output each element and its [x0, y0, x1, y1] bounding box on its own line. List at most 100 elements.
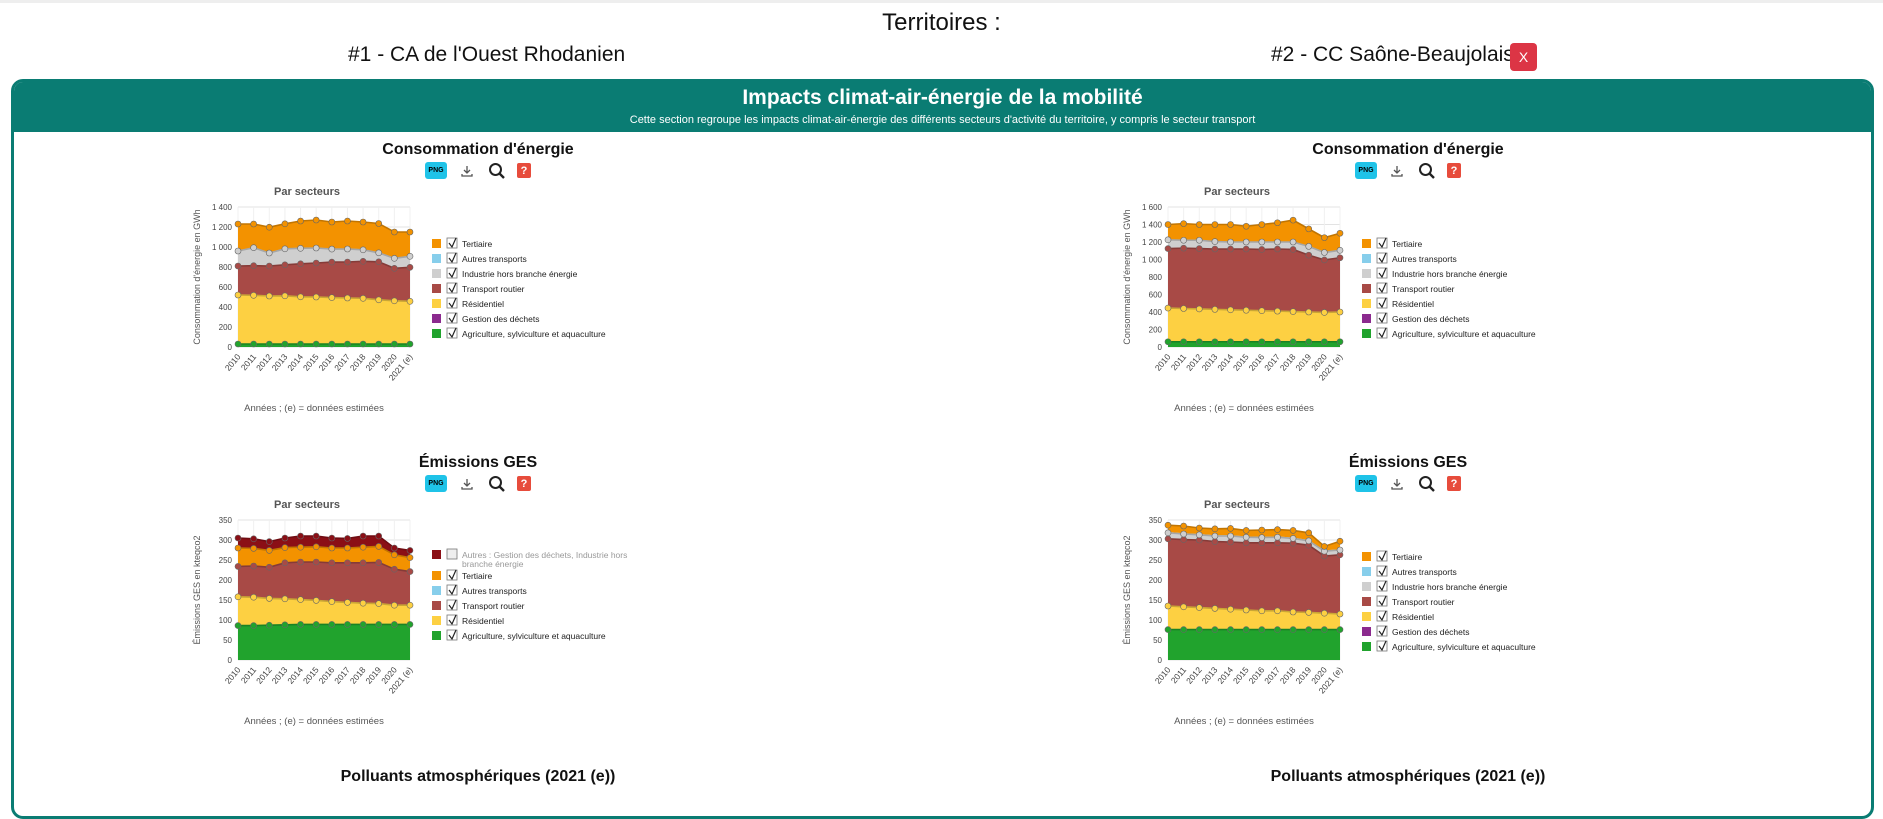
- point-agriculture-sylviculture-et-aquaculture: [1259, 627, 1265, 633]
- legend-item-transport-routier[interactable]: Transport routier: [1362, 283, 1455, 294]
- point-tertiaire: [251, 221, 257, 227]
- point-industrie-hors-branche-energie: [1228, 533, 1234, 539]
- legend-item-gestion-des-dechets[interactable]: Gestion des déchets: [1362, 626, 1470, 637]
- point-agriculture-sylviculture-et-aquaculture: [1228, 627, 1234, 633]
- legend-label: Transport routier: [1392, 284, 1455, 294]
- point-agriculture-sylviculture-et-aquaculture: [1274, 627, 1280, 633]
- point-tertiaire: [282, 545, 288, 551]
- legend-item-autres-transports[interactable]: Autres transports: [1362, 253, 1457, 264]
- point-residentiel: [1165, 305, 1171, 311]
- remove-territory-button[interactable]: X: [1510, 43, 1537, 71]
- point-residentiel: [282, 293, 288, 299]
- y-tick-label: 0: [1158, 343, 1163, 352]
- legend-label: Autres transports: [1392, 567, 1457, 577]
- y-tick-label: 200: [1149, 326, 1163, 335]
- legend-label: Autres transports: [462, 586, 527, 596]
- y-axis-label: Consommation d'énergie en GWh: [192, 209, 202, 344]
- legend-label: Gestion des déchets: [1392, 314, 1470, 324]
- point-industrie-hors-branche-energie: [329, 246, 335, 252]
- legend-item-residentiel[interactable]: Résidentiel: [432, 615, 504, 626]
- legend-item-agriculture-sylviculture-et-aquaculture[interactable]: Agriculture, sylviculture et aquaculture: [1362, 641, 1536, 652]
- legend-item-tertiaire[interactable]: Tertiaire: [432, 570, 493, 581]
- point-agriculture-sylviculture-et-aquaculture: [376, 621, 382, 627]
- point-transport-routier: [1259, 246, 1265, 252]
- point-transport-routier: [1165, 246, 1171, 252]
- x-tick-label: 2014: [285, 352, 305, 373]
- point-tertiaire: [313, 544, 319, 550]
- point-tertiaire: [1259, 222, 1265, 228]
- point-residentiel: [266, 595, 272, 601]
- x-tick-label: 2018: [348, 665, 368, 686]
- legend-item-autres-transports[interactable]: Autres transports: [432, 253, 527, 264]
- point-tertiaire: [235, 545, 241, 551]
- point-transport-routier: [1321, 257, 1327, 263]
- y-axis-label: Consommation d'énergie en GWh: [1122, 209, 1132, 344]
- y-axis-label: Émissions GES en kteqco2: [192, 535, 202, 644]
- point-transport-routier: [1181, 245, 1187, 251]
- point-residentiel: [1196, 605, 1202, 611]
- point-agriculture-sylviculture-et-aquaculture: [1181, 627, 1187, 633]
- point-residentiel: [1212, 306, 1218, 312]
- point-residentiel: [1165, 603, 1171, 609]
- legend-item-agriculture-sylviculture-et-aquaculture[interactable]: Agriculture, sylviculture et aquaculture: [432, 328, 606, 339]
- x-tick-label: 2014: [1215, 352, 1235, 373]
- point-agriculture-sylviculture-et-aquaculture: [407, 341, 413, 347]
- legend-item-industrie-hors-branche-energie[interactable]: Industrie hors branche énergie: [432, 268, 578, 279]
- point-tertiaire: [1306, 530, 1312, 536]
- point-agriculture-sylviculture-et-aquaculture: [407, 621, 413, 627]
- legend-item-transport-routier[interactable]: Transport routier: [432, 283, 525, 294]
- territory-2-label: #2 - CC Saône-Beaujolais: [1271, 43, 1514, 67]
- point-residentiel: [391, 602, 397, 608]
- legend-item-agriculture-sylviculture-et-aquaculture[interactable]: Agriculture, sylviculture et aquaculture: [432, 630, 606, 641]
- x-tick-label: 2017: [332, 352, 352, 373]
- legend-item-residentiel[interactable]: Résidentiel: [1362, 611, 1434, 622]
- point-transport-routier: [391, 265, 397, 271]
- point-tertiaire: [313, 217, 319, 223]
- legend-item-agriculture-sylviculture-et-aquaculture[interactable]: Agriculture, sylviculture et aquaculture: [1362, 328, 1536, 339]
- legend-item-autres-gestion-des-dechets-industrie-hors-branche-energie[interactable]: Autres : Gestion des déchets, Industrie …: [432, 549, 627, 569]
- legend-swatch: [432, 571, 441, 580]
- legend-item-autres-transports[interactable]: Autres transports: [1362, 566, 1457, 577]
- legend-checkbox: [447, 549, 457, 559]
- point-agriculture-sylviculture-et-aquaculture: [298, 621, 304, 627]
- point-tertiaire: [1306, 226, 1312, 232]
- legend-item-tertiaire[interactable]: Tertiaire: [432, 238, 493, 249]
- top-divider: [0, 0, 1883, 3]
- point-industrie-hors-branche-energie: [1165, 530, 1171, 536]
- legend-swatch: [432, 601, 441, 610]
- legend-item-tertiaire[interactable]: Tertiaire: [1362, 238, 1423, 249]
- chart-canvas: Par secteurs0501001502002503003502010201…: [1058, 454, 1758, 754]
- point-industrie-hors-branche-energie: [1196, 532, 1202, 538]
- x-tick-label: 2016: [1247, 665, 1267, 686]
- legend-item-industrie-hors-branche-energie[interactable]: Industrie hors branche énergie: [1362, 581, 1508, 592]
- y-tick-label: 0: [1158, 656, 1163, 665]
- legend-swatch: [1362, 269, 1371, 278]
- point-agriculture-sylviculture-et-aquaculture: [1212, 339, 1218, 345]
- legend-item-tertiaire[interactable]: Tertiaire: [1362, 551, 1423, 562]
- legend-item-residentiel[interactable]: Résidentiel: [432, 298, 504, 309]
- point-agriculture-sylviculture-et-aquaculture: [1306, 339, 1312, 345]
- point-tertiaire: [282, 221, 288, 227]
- point-tertiaire: [1212, 222, 1218, 228]
- x-tick-label: 2012: [1184, 352, 1204, 373]
- legend-item-transport-routier[interactable]: Transport routier: [432, 600, 525, 611]
- legend-item-gestion-des-dechets[interactable]: Gestion des déchets: [1362, 313, 1470, 324]
- legend-item-autres-transports[interactable]: Autres transports: [432, 585, 527, 596]
- legend-item-residentiel[interactable]: Résidentiel: [1362, 298, 1434, 309]
- point-residentiel: [1337, 611, 1343, 617]
- point-agriculture-sylviculture-et-aquaculture: [1290, 339, 1296, 345]
- legend-item-gestion-des-dechets[interactable]: Gestion des déchets: [432, 313, 540, 324]
- point-agriculture-sylviculture-et-aquaculture: [1321, 627, 1327, 633]
- y-tick-label: 1 200: [1142, 238, 1163, 247]
- legend-swatch: [1362, 254, 1371, 263]
- x-axis-label: Années ; (e) = données estimées: [244, 403, 384, 414]
- x-tick-label: 2015: [1231, 665, 1251, 686]
- legend-item-transport-routier[interactable]: Transport routier: [1362, 596, 1455, 607]
- point-residentiel: [1228, 307, 1234, 313]
- point-agriculture-sylviculture-et-aquaculture: [329, 621, 335, 627]
- point-residentiel: [376, 297, 382, 303]
- legend-label: Agriculture, sylviculture et aquaculture: [462, 329, 606, 339]
- legend-item-industrie-hors-branche-energie[interactable]: Industrie hors branche énergie: [1362, 268, 1508, 279]
- y-tick-label: 0: [228, 343, 233, 352]
- ghg-emissions-chart-1: Émissions GES PNG ? Par secteurs05010015…: [128, 454, 828, 754]
